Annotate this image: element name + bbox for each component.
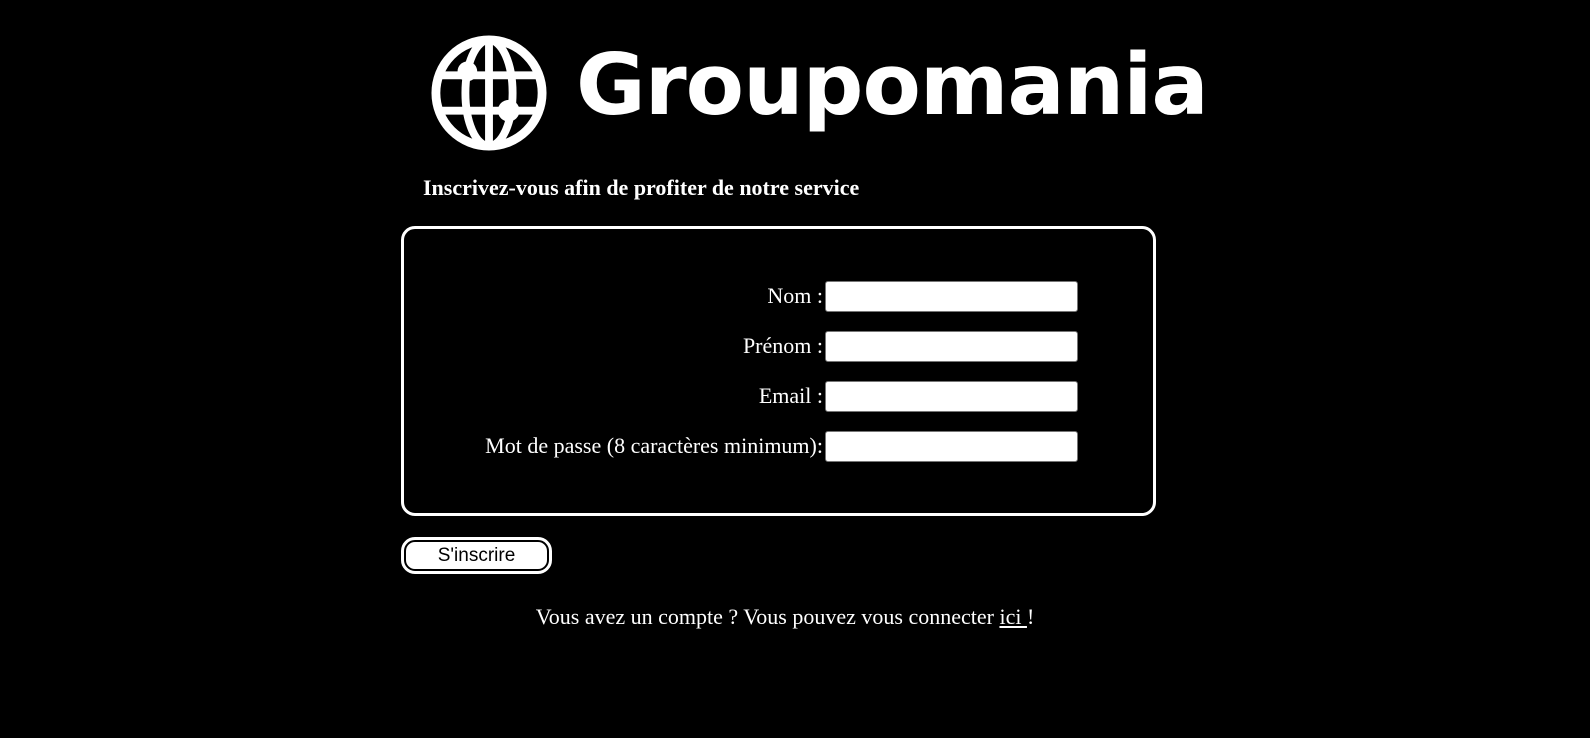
login-hint: Vous avez un compte ? Vous pouvez vous c… — [0, 604, 1570, 630]
prenom-field[interactable] — [825, 331, 1078, 362]
nom-field[interactable] — [825, 281, 1078, 312]
password-field[interactable] — [825, 431, 1078, 462]
login-hint-text: Vous avez un compte ? Vous pouvez vous c… — [535, 604, 1000, 629]
form-row-nom: Nom : — [404, 281, 1153, 313]
email-label: Email : — [758, 383, 823, 408]
form-row-password: Mot de passe (8 caractères minimum): — [404, 431, 1153, 463]
globe-icon — [431, 35, 547, 151]
password-label: Mot de passe (8 caractères minimum): — [485, 433, 823, 458]
nom-label: Nom : — [767, 283, 823, 308]
form-row-email: Email : — [404, 381, 1153, 413]
email-field[interactable] — [825, 381, 1078, 412]
brand-name: Groupomania — [576, 35, 1209, 135]
signup-button[interactable]: S'inscrire — [401, 537, 552, 574]
signup-form: Nom : Prénom : Email : Mot de passe (8 c… — [401, 226, 1156, 516]
login-link[interactable]: ici — [999, 604, 1027, 629]
page-subtitle: Inscrivez-vous afin de profiter de notre… — [423, 175, 860, 200]
signup-page: Groupomania Inscrivez-vous afin de profi… — [0, 0, 1590, 738]
login-hint-suffix: ! — [1026, 604, 1035, 629]
prenom-label: Prénom : — [742, 333, 823, 358]
form-row-prenom: Prénom : — [404, 331, 1153, 363]
brand-logo: Groupomania — [430, 34, 1209, 152]
